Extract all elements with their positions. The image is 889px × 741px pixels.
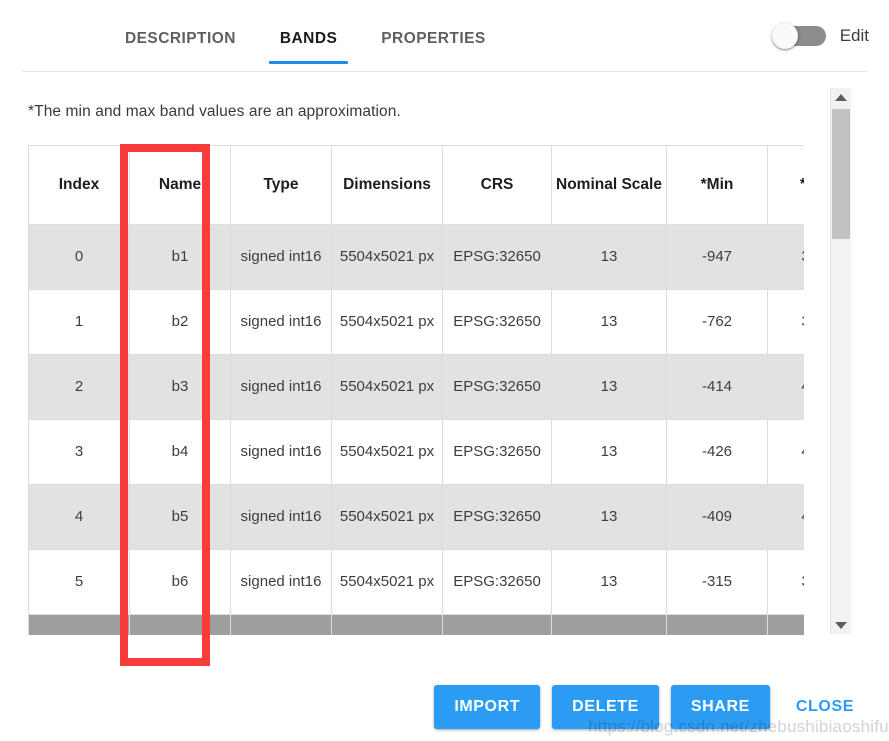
cell-index: 0 [29, 225, 130, 290]
bands-table-body: 0b1signed int165504x5021 pxEPSG:3265013-… [29, 225, 805, 636]
table-row[interactable]: 1b2signed int165504x5021 pxEPSG:3265013-… [29, 290, 805, 355]
cell-name: b3 [130, 355, 231, 420]
import-button[interactable]: IMPORT [434, 685, 540, 729]
table-row[interactable]: 2b3signed int165504x5021 pxEPSG:3265013-… [29, 355, 805, 420]
cell-min: -947 [667, 225, 768, 290]
column-header-dimensions[interactable]: Dimensions [332, 146, 443, 225]
cell-type: signed int16 [231, 290, 332, 355]
edit-toggle-group: Edit [772, 25, 869, 47]
tab-bar: DESCRIPTION BANDS PROPERTIES [103, 22, 508, 72]
cell-nominal_scale: 13 [552, 550, 667, 615]
cell-nominal_scale: 13 [552, 225, 667, 290]
cell-name: b2 [130, 290, 231, 355]
cell-crs: EPSG:32650 [443, 290, 552, 355]
tab-description[interactable]: DESCRIPTION [103, 22, 258, 64]
cell-index: 2 [29, 355, 130, 420]
table-header-row: Index Name Type Dimensions CRS Nominal S… [29, 146, 805, 225]
column-header-name[interactable]: Name [130, 146, 231, 225]
cell-min: -426 [667, 420, 768, 485]
scroll-down-arrow-icon[interactable] [831, 616, 851, 634]
cell-index: 1 [29, 290, 130, 355]
cell-crs: EPSG:32650 [443, 420, 552, 485]
cell-nominal_scale: 13 [552, 290, 667, 355]
column-header-min[interactable]: *Min [667, 146, 768, 225]
cell-dimensions: 5504x5021 px [332, 290, 443, 355]
cell-dimensions: 5504x5021 px [332, 550, 443, 615]
cell-dimensions: 5504x5021 px [332, 355, 443, 420]
cell-nominal_scale: 13 [552, 615, 667, 636]
tab-bands[interactable]: BANDS [258, 22, 359, 64]
bands-table-head: Index Name Type Dimensions CRS Nominal S… [29, 146, 805, 225]
cell-dimensions: 5504x5021 px [332, 485, 443, 550]
table-row[interactable]: 5b6signed int165504x5021 pxEPSG:3265013-… [29, 550, 805, 615]
cell-index: 5 [29, 550, 130, 615]
bands-table: Index Name Type Dimensions CRS Nominal S… [28, 145, 804, 635]
cell-index: 4 [29, 485, 130, 550]
cell-nominal_scale: 13 [552, 485, 667, 550]
cell-name: b5 [130, 485, 231, 550]
column-header-index[interactable]: Index [29, 146, 130, 225]
share-button[interactable]: SHARE [671, 685, 770, 729]
table-row[interactable]: 4b5signed int165504x5021 pxEPSG:3265013-… [29, 485, 805, 550]
cell-max: 4583 [768, 420, 805, 485]
cell-dimensions: 5504x5021 px [332, 420, 443, 485]
cell-max: 3888 [768, 550, 805, 615]
cell-max: 4350 [768, 485, 805, 550]
delete-button[interactable]: DELETE [552, 685, 659, 729]
cell-nominal_scale: 13 [552, 355, 667, 420]
cell-max: 3915 [768, 290, 805, 355]
cell-min: -315 [667, 550, 768, 615]
cell-type: signed int16 [231, 225, 332, 290]
cell-crs: EPSG:32650 [443, 615, 552, 636]
column-header-type[interactable]: Type [231, 146, 332, 225]
cell-max: 3207 [768, 225, 805, 290]
edit-toggle-switch[interactable] [772, 25, 826, 47]
cell-min: -762 [667, 290, 768, 355]
column-header-max[interactable]: *Max [768, 146, 805, 225]
cell-type: signed int16 [231, 420, 332, 485]
cell-type: signed int16 [231, 355, 332, 420]
scroll-up-arrow-icon[interactable] [831, 88, 851, 106]
cell-max: 4177 [768, 355, 805, 420]
cell-dimensions: 5504x5021 px [332, 615, 443, 636]
scrollbar-thumb[interactable] [832, 109, 850, 239]
cell-index: 6 [29, 615, 130, 636]
cell-crs: EPSG:32650 [443, 485, 552, 550]
cell-type: signed int16 [231, 550, 332, 615]
footer-button-row: IMPORT DELETE SHARE CLOSE [434, 685, 868, 729]
table-row[interactable]: 0b1signed int165504x5021 pxEPSG:3265013-… [29, 225, 805, 290]
column-header-nominal-scale[interactable]: Nominal Scale [552, 146, 667, 225]
cell-min: -409 [667, 485, 768, 550]
tab-divider [22, 71, 867, 72]
cell-type: signed int16 [231, 615, 332, 636]
cell-name: b7 [130, 615, 231, 636]
cell-index: 3 [29, 420, 130, 485]
cell-type: signed int16 [231, 485, 332, 550]
cell-nominal_scale: 13 [552, 420, 667, 485]
cell-name: b6 [130, 550, 231, 615]
dialog-header: DESCRIPTION BANDS PROPERTIES Edit [0, 0, 889, 72]
close-button[interactable]: CLOSE [782, 685, 868, 729]
cell-crs: EPSG:32650 [443, 355, 552, 420]
cell-crs: EPSG:32650 [443, 225, 552, 290]
edit-toggle-label: Edit [840, 26, 869, 46]
table-row[interactable]: 6b7signed int165504x5021 pxEPSG:3265013-… [29, 615, 805, 636]
toggle-knob [772, 23, 798, 49]
cell-name: b4 [130, 420, 231, 485]
table-scrollbar[interactable] [830, 88, 851, 634]
column-header-crs[interactable]: CRS [443, 146, 552, 225]
cell-min: -120 [667, 615, 768, 636]
cell-min: -414 [667, 355, 768, 420]
bands-table-viewport: Index Name Type Dimensions CRS Nominal S… [28, 145, 804, 635]
tab-properties[interactable]: PROPERTIES [359, 22, 507, 64]
cell-max: 2447 [768, 615, 805, 636]
cell-dimensions: 5504x5021 px [332, 225, 443, 290]
cell-crs: EPSG:32650 [443, 550, 552, 615]
dialog-footer: IMPORT DELETE SHARE CLOSE [0, 681, 889, 741]
approximation-note: *The min and max band values are an appr… [28, 103, 401, 121]
table-row[interactable]: 3b4signed int165504x5021 pxEPSG:3265013-… [29, 420, 805, 485]
cell-name: b1 [130, 225, 231, 290]
